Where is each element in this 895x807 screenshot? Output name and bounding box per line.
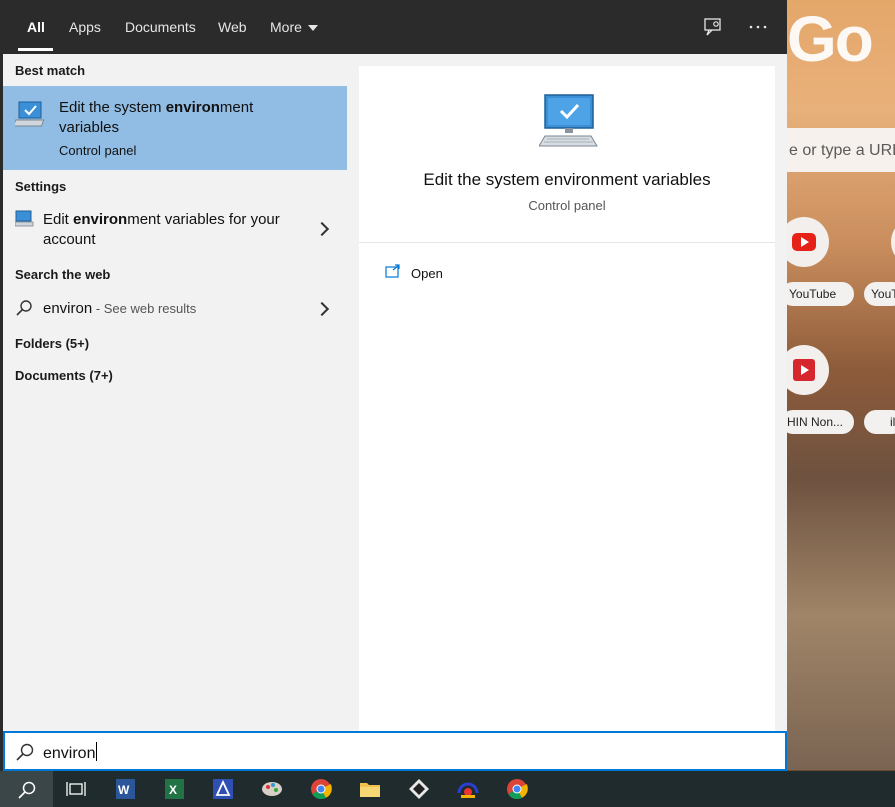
open-action[interactable]: Open (411, 266, 443, 281)
best-match-item[interactable]: Edit the system environment variables Co… (3, 86, 347, 170)
computer-check-icon (538, 92, 599, 153)
tab-more-label: More (270, 19, 302, 35)
chevron-down-icon (307, 25, 318, 32)
web-search-query: environ (43, 300, 93, 317)
word-icon[interactable]: W (113, 777, 137, 801)
search-icon (15, 742, 35, 767)
section-settings: Settings (15, 179, 67, 194)
search-panel: All Apps Documents Web More Best match E… (0, 0, 787, 771)
app-icon[interactable] (407, 777, 431, 801)
chevron-right-icon[interactable] (314, 221, 330, 237)
monitor-settings-icon (14, 210, 35, 233)
search-tabs-bar: All Apps Documents Web More (3, 0, 787, 54)
tab-web[interactable]: Web (218, 19, 247, 35)
taskbar-search-button[interactable] (0, 771, 53, 807)
background-browser: Go e or type a URL YouTube YouT HIN Non.… (787, 0, 895, 770)
web-search-label: environ - See web results (43, 299, 196, 319)
best-match-title: Edit the system environment variables (59, 98, 299, 138)
text-cursor (96, 742, 98, 761)
settings-item-pre: Edit (43, 211, 74, 228)
tab-active-indicator (18, 48, 53, 51)
more-options-icon[interactable] (745, 14, 771, 40)
tile-video[interactable] (787, 345, 829, 395)
tile-label: YouT (864, 282, 895, 306)
chrome-icon[interactable] (309, 777, 333, 801)
feedback-icon[interactable] (700, 14, 726, 40)
search-input[interactable]: environ (3, 731, 787, 771)
tab-more[interactable]: More (270, 19, 318, 35)
tile-label: il (864, 410, 895, 434)
search-input-value: environ (43, 742, 98, 763)
section-search-web: Search the web (15, 267, 111, 282)
search-icon (15, 299, 33, 322)
preview-divider (359, 242, 775, 243)
best-match-title-pre: Edit the system (59, 99, 166, 116)
web-search-item[interactable]: environ - See web results (3, 294, 347, 324)
preview-pane: Edit the system environment variables Co… (359, 66, 775, 731)
best-match-title-highlight: environ (165, 99, 220, 116)
browser-address-bar[interactable]: e or type a URL (787, 128, 895, 172)
settings-item-highlight: environ (73, 211, 128, 228)
tab-documents[interactable]: Documents (125, 19, 196, 35)
taskbar: W X (0, 771, 895, 807)
paint-icon[interactable] (260, 777, 284, 801)
file-explorer-icon[interactable] (358, 777, 382, 801)
excel-icon[interactable]: X (162, 777, 186, 801)
video-icon (793, 359, 815, 381)
browser-address-placeholder: e or type a URL (789, 142, 895, 159)
best-match-subtitle: Control panel (59, 143, 137, 158)
open-icon (385, 264, 401, 283)
preview-subtitle: Control panel (528, 198, 606, 213)
chrome-icon[interactable] (505, 777, 529, 801)
youtube-icon (792, 233, 816, 251)
tile-youtube[interactable] (787, 217, 829, 267)
settings-item[interactable]: Edit environment variables for your acco… (3, 204, 347, 254)
browser-logo: Go (787, 3, 874, 75)
tile-label: YouTube (787, 282, 854, 306)
task-view-icon[interactable] (64, 777, 88, 801)
app-icon[interactable] (211, 777, 235, 801)
search-icon (17, 780, 37, 805)
svg-text:X: X (169, 783, 177, 797)
computer-check-icon (12, 100, 47, 135)
preview-title: Edit the system environment variables (423, 170, 711, 189)
search-input-text: environ (43, 745, 96, 762)
tile-youtube-2[interactable] (891, 217, 895, 267)
svg-text:W: W (118, 783, 130, 797)
tile-label: HIN Non... (787, 410, 854, 434)
settings-item-label: Edit environment variables for your acco… (43, 210, 293, 250)
app-icon[interactable] (456, 777, 480, 801)
section-best-match: Best match (15, 63, 86, 78)
tab-all[interactable]: All (27, 19, 45, 35)
web-search-suffix: - See web results (92, 301, 197, 316)
section-folders[interactable]: Folders (5+) (15, 336, 89, 351)
section-documents[interactable]: Documents (7+) (15, 368, 113, 383)
tab-apps[interactable]: Apps (69, 19, 101, 35)
results-list: Best match Edit the system environment v… (3, 54, 347, 731)
chevron-right-icon[interactable] (314, 301, 330, 317)
